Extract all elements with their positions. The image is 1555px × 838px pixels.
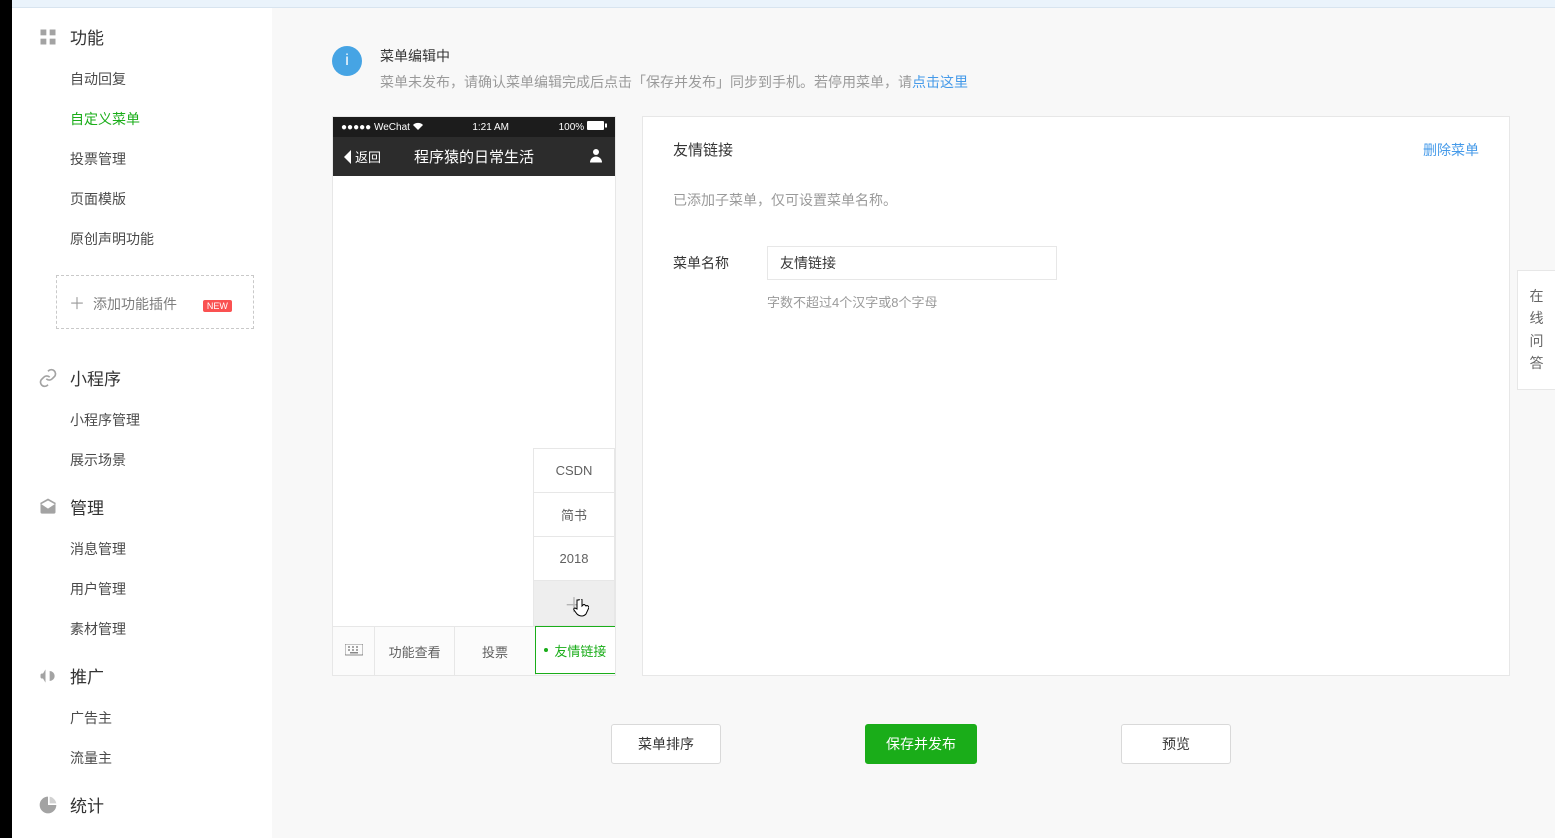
bottom-menu-2[interactable]: 投票 <box>455 627 535 675</box>
cursor-pointer-icon <box>573 599 589 617</box>
chevron-left-icon <box>343 150 353 164</box>
phone-nav-bar: 返回 程序猿的日常生活 <box>333 137 615 176</box>
pie-icon <box>38 795 58 815</box>
sidebar-cat-miniprogram: 小程序 <box>12 351 272 400</box>
sidebar-item-autoreply[interactable]: 自动回复 <box>12 59 272 99</box>
sidebar-cat-management: 管理 <box>12 480 272 529</box>
link-icon <box>38 368 58 388</box>
inbox-icon <box>38 497 58 517</box>
sidebar-item-mp-manage[interactable]: 小程序管理 <box>12 400 272 440</box>
menu-detail-panel: 友情链接 删除菜单 已添加子菜单，仅可设置菜单名称。 菜单名称 字数不超过4个汉… <box>642 116 1510 676</box>
notice-body: 菜单未发布，请确认菜单编辑完成后点击「保存并发布」同步到手机。若停用菜单，请点击… <box>380 72 968 92</box>
detail-subtip: 已添加子菜单，仅可设置菜单名称。 <box>673 190 1479 210</box>
sidebar-item-page-template[interactable]: 页面模版 <box>12 179 272 219</box>
sidebar-cat-functions: 功能 <box>12 10 272 59</box>
sidebar-item-mp-scene[interactable]: 展示场景 <box>12 440 272 480</box>
phone-title: 程序猿的日常生活 <box>414 146 534 167</box>
phone-user-icon[interactable] <box>587 146 605 168</box>
sidebar-cat-label: 统计 <box>70 792 104 817</box>
wifi-icon <box>413 122 423 130</box>
main-content: i 菜单编辑中 菜单未发布，请确认菜单编辑完成后点击「保存并发布」同步到手机。若… <box>272 0 1555 838</box>
browser-tab-strip <box>12 0 1555 8</box>
add-plugin-button[interactable]: ＋ 添加功能插件 NEW <box>56 275 254 329</box>
floater-label-2: 线 <box>1524 307 1549 329</box>
menu-name-hint: 字数不超过4个汉字或8个字母 <box>767 292 1479 311</box>
active-dot-icon <box>544 648 548 652</box>
submenu-item-2018[interactable]: 2018 <box>534 537 614 581</box>
phone-body: CSDN 简书 2018 ＋ <box>333 176 615 626</box>
phone-bottom-bar: 功能查看 投票 友情链接 <box>333 626 615 675</box>
delete-menu-link[interactable]: 删除菜单 <box>1423 140 1479 160</box>
submenu-item-csdn[interactable]: CSDN <box>534 449 614 493</box>
sidebar-cat-label: 管理 <box>70 494 104 519</box>
sidebar-cat-label: 推广 <box>70 663 104 688</box>
sidebar-item-user-manage[interactable]: 用户管理 <box>12 569 272 609</box>
submenu-item-jianshu[interactable]: 简书 <box>534 493 614 537</box>
online-qa-button[interactable]: 在 线 问 答 <box>1517 270 1555 390</box>
sidebar-cat-promotion: 推广 <box>12 649 272 698</box>
add-plugin-label: 添加功能插件 <box>93 296 177 312</box>
sidebar-item-original[interactable]: 原创声明功能 <box>12 219 272 259</box>
keyboard-toggle[interactable] <box>333 627 375 675</box>
sidebar-item-traffic[interactable]: 流量主 <box>12 738 272 778</box>
action-bar: 菜单排序 保存并发布 预览 <box>611 676 1231 764</box>
notice-text: 菜单编辑中 菜单未发布，请确认菜单编辑完成后点击「保存并发布」同步到手机。若停用… <box>380 46 968 92</box>
battery-icon <box>587 121 607 130</box>
save-publish-button[interactable]: 保存并发布 <box>865 724 977 764</box>
detail-title: 友情链接 <box>673 139 733 160</box>
window-left-border <box>0 0 12 838</box>
notice-bar: i 菜单编辑中 菜单未发布，请确认菜单编辑完成后点击「保存并发布」同步到手机。若… <box>332 40 1510 116</box>
info-icon: i <box>332 46 362 76</box>
notice-title: 菜单编辑中 <box>380 46 968 66</box>
sidebar-cat-label: 小程序 <box>70 365 121 390</box>
floater-label-1: 在 <box>1524 285 1549 307</box>
menu-name-input[interactable] <box>767 246 1057 280</box>
menu-sort-button[interactable]: 菜单排序 <box>611 724 721 764</box>
menu-name-label: 菜单名称 <box>673 253 737 273</box>
phone-preview: ●●●●● WeChat 1:21 AM 100% 返回 程序猿的日常生活 <box>332 116 616 676</box>
phone-back-button[interactable]: 返回 <box>343 147 381 166</box>
sidebar-item-vote-manage[interactable]: 投票管理 <box>12 139 272 179</box>
sidebar-item-advertiser[interactable]: 广告主 <box>12 698 272 738</box>
submenu-popup: CSDN 简书 2018 ＋ <box>533 448 615 626</box>
status-carrier: ●●●●● WeChat <box>341 122 423 133</box>
person-icon <box>587 146 605 164</box>
bottom-menu-3[interactable]: 友情链接 <box>535 626 615 674</box>
plus-icon: ＋ <box>69 296 85 313</box>
sidebar-cat-stats: 统计 <box>12 778 272 827</box>
grid-icon <box>38 27 58 47</box>
status-battery: 100% <box>559 121 607 133</box>
status-time: 1:21 AM <box>472 122 509 133</box>
phone-status-bar: ●●●●● WeChat 1:21 AM 100% <box>333 117 615 137</box>
sidebar: 功能 自动回复 自定义菜单 投票管理 页面模版 原创声明功能 ＋ 添加功能插件 N… <box>12 0 272 838</box>
megaphone-icon <box>38 666 58 686</box>
sidebar-cat-label: 功能 <box>70 24 104 49</box>
floater-label-4: 答 <box>1524 352 1549 374</box>
notice-link[interactable]: 点击这里 <box>912 74 968 90</box>
keyboard-icon <box>345 644 363 658</box>
preview-button[interactable]: 预览 <box>1121 724 1231 764</box>
new-badge: NEW <box>203 300 232 312</box>
sidebar-item-custom-menu[interactable]: 自定义菜单 <box>12 99 272 139</box>
sidebar-item-message-manage[interactable]: 消息管理 <box>12 529 272 569</box>
sidebar-item-material-manage[interactable]: 素材管理 <box>12 609 272 649</box>
bottom-menu-1[interactable]: 功能查看 <box>375 627 455 675</box>
floater-label-3: 问 <box>1524 330 1549 352</box>
submenu-add-button[interactable]: ＋ <box>534 581 614 625</box>
